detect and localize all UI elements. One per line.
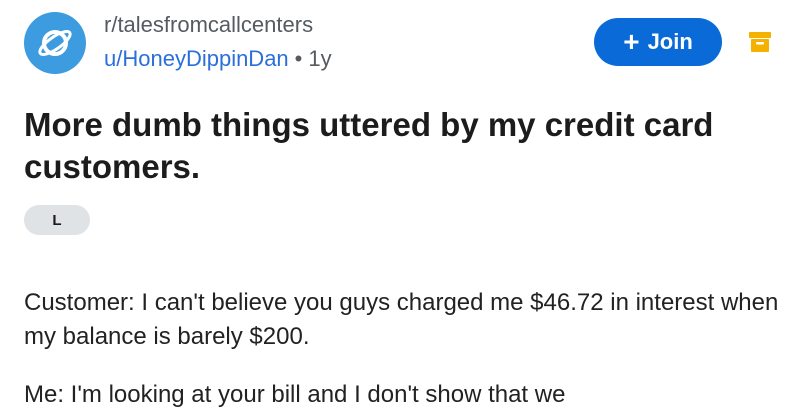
plus-icon: + (623, 26, 640, 57)
planet-icon (38, 30, 72, 56)
subreddit-avatar[interactable] (24, 12, 86, 74)
archive-icon[interactable] (748, 30, 772, 54)
author-link[interactable]: u/HoneyDippinDan (104, 46, 289, 71)
post-meta: u/HoneyDippinDan • 1y (104, 46, 332, 72)
reddit-post: r/talesfromcallcenters u/HoneyDippinDan •… (0, 0, 800, 420)
subreddit-name[interactable]: r/talesfromcallcenters (104, 12, 313, 38)
body-paragraph: Me: I'm looking at your bill and I don't… (24, 381, 566, 408)
body-paragraph: Customer: I can't believe you guys charg… (24, 289, 779, 350)
post-title[interactable]: More dumb things uttered by my credit ca… (24, 104, 724, 188)
join-button[interactable]: + Join (594, 18, 722, 66)
join-label: Join (647, 29, 693, 54)
meta-separator: • (294, 46, 303, 71)
post-flair[interactable]: L (24, 205, 90, 235)
post-age: 1y (308, 46, 332, 71)
